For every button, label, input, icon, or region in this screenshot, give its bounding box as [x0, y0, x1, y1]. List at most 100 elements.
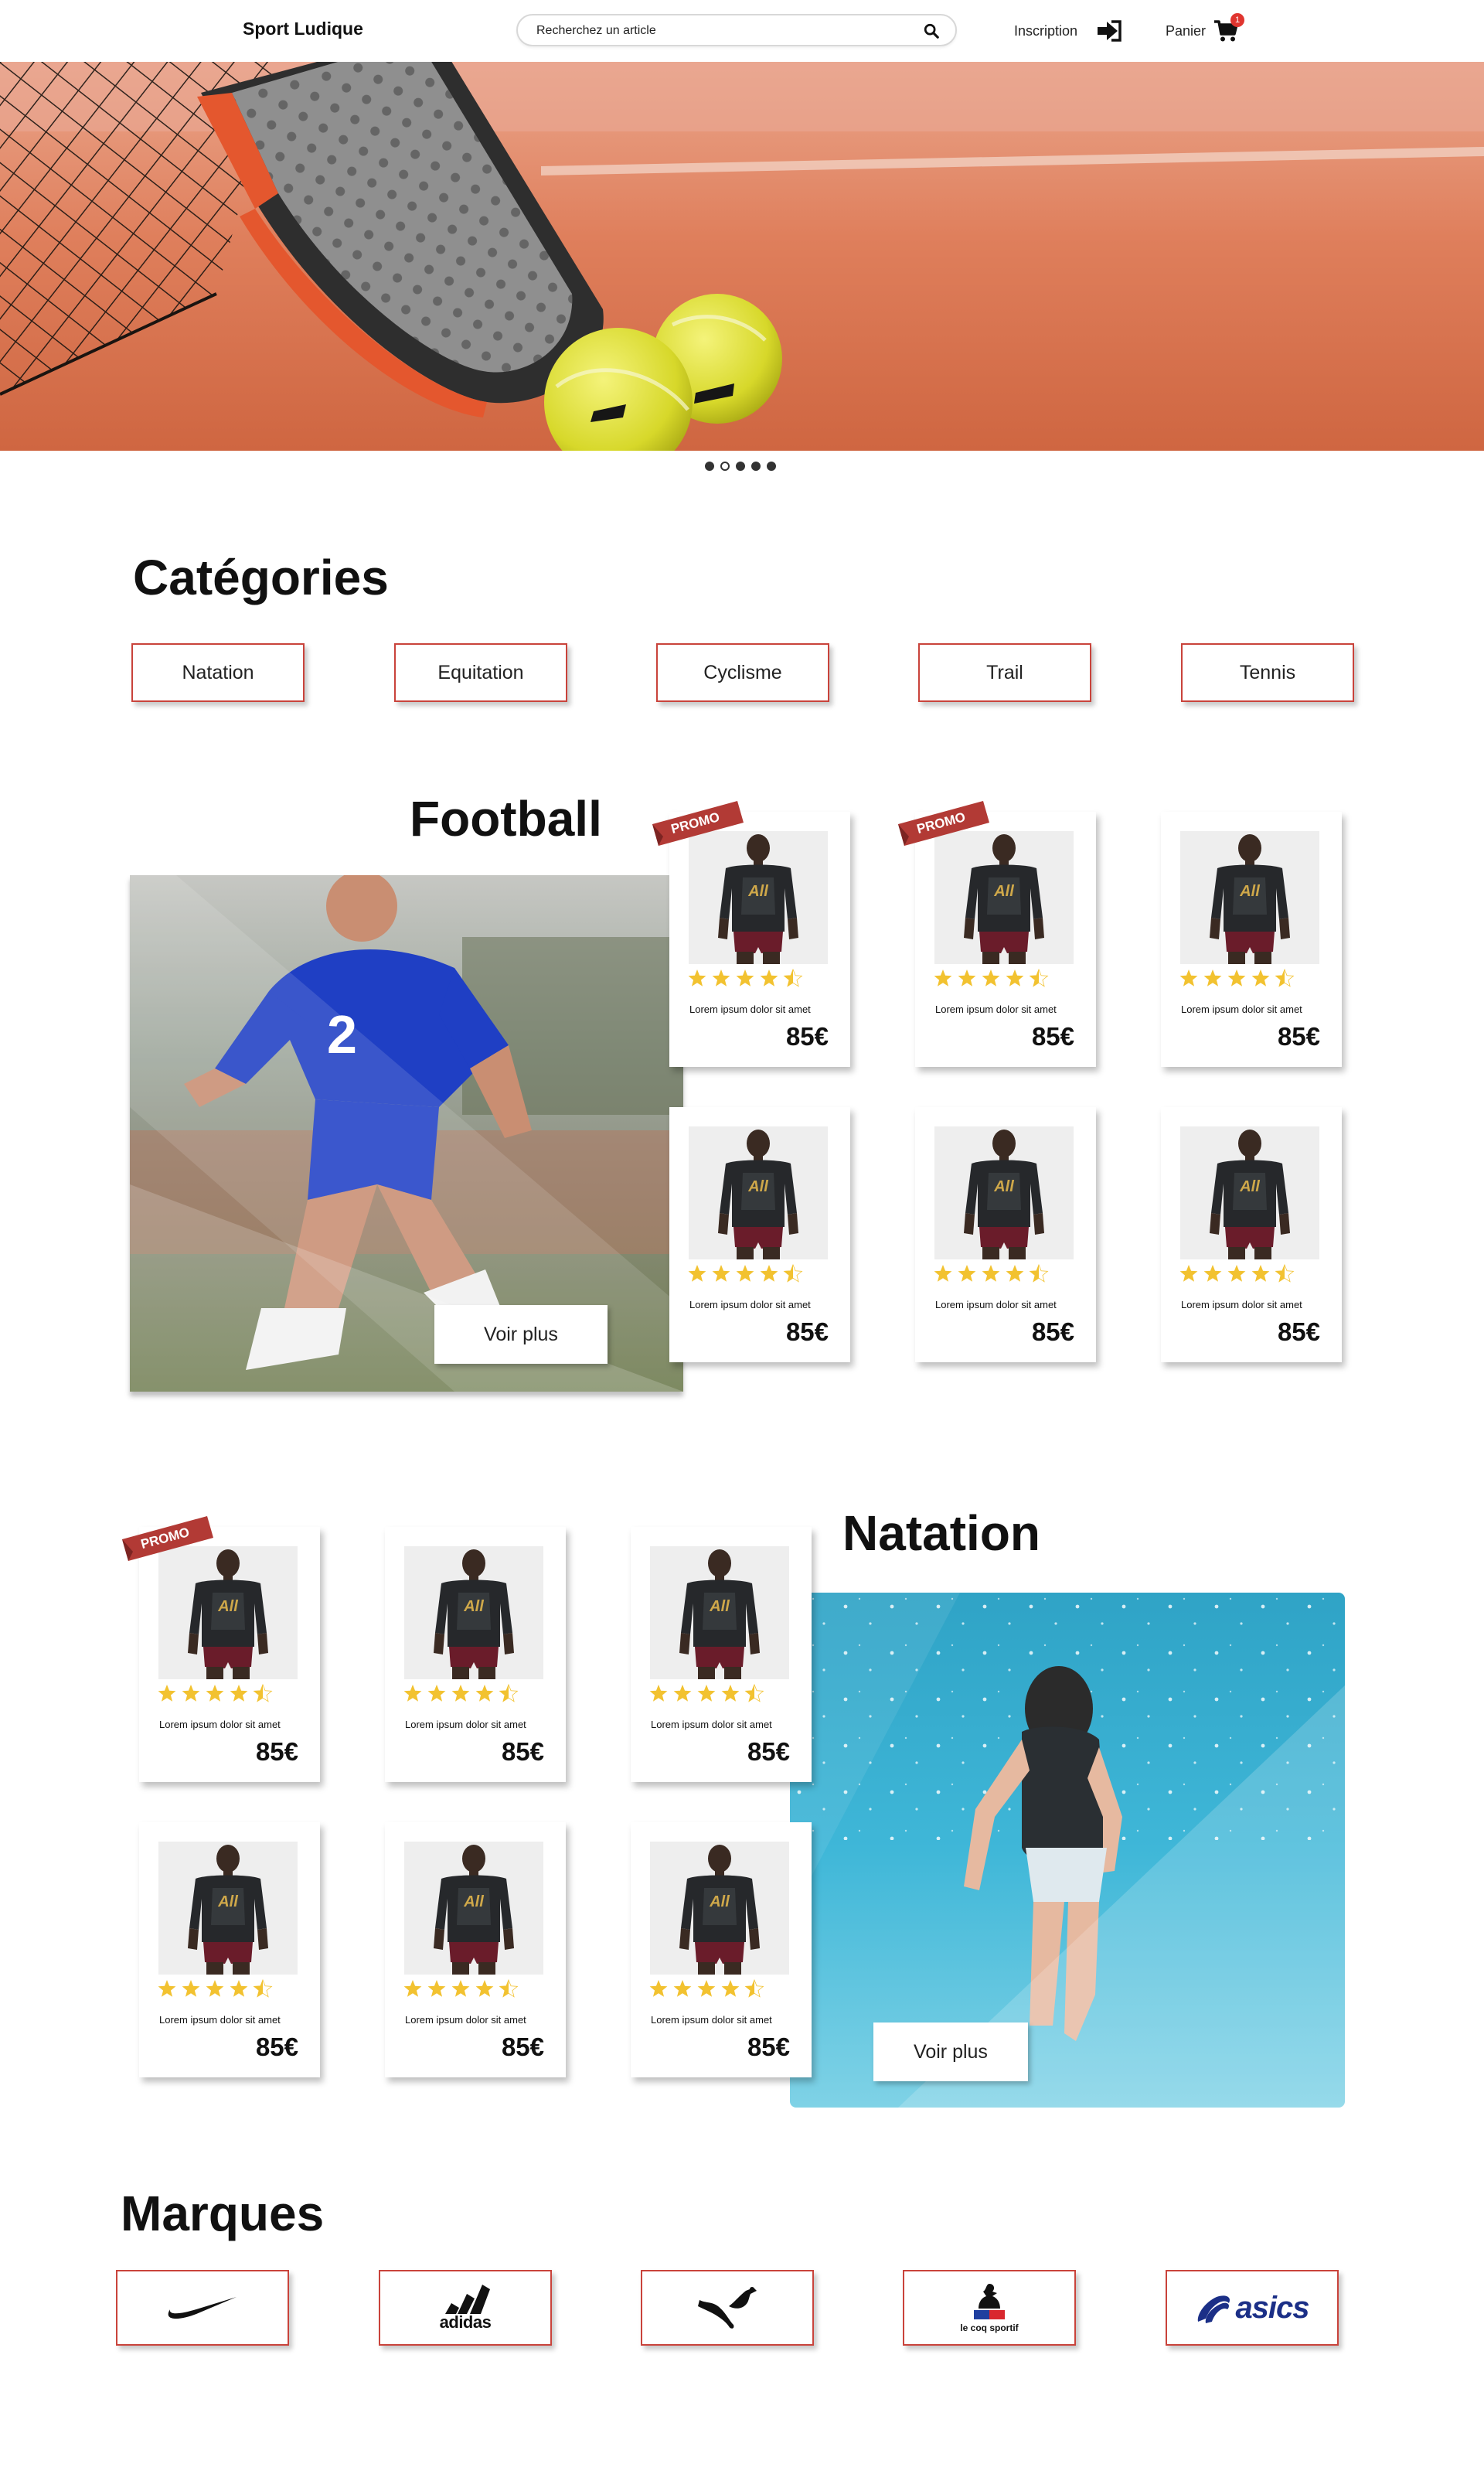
- hero-banner: [0, 62, 1484, 451]
- shirt-print: All: [463, 1893, 484, 1910]
- shirt-photo: All: [689, 1126, 828, 1259]
- cart-count-badge: 1: [1230, 13, 1245, 27]
- carousel-dot-1[interactable]: [705, 462, 714, 471]
- adidas-wordmark: adidas: [439, 2312, 492, 2332]
- natation-see-more-button[interactable]: Voir plus: [873, 2022, 1028, 2081]
- star-icon: [475, 1980, 494, 1997]
- star-icon: [403, 1685, 422, 1702]
- natation-product-card-3[interactable]: All Lorem ipsum dolor sit amet 85€: [631, 1527, 812, 1782]
- football-product-card-6[interactable]: All Lorem ipsum dolor sit amet 85€: [1161, 1107, 1342, 1362]
- star-icon: [230, 1685, 248, 1702]
- category-button-tennis[interactable]: Tennis: [1181, 643, 1354, 702]
- nike-swoosh-logo: [168, 2297, 237, 2319]
- star-icon: [427, 1980, 446, 1997]
- shirt-print: All: [1239, 883, 1260, 900]
- shirt-photo: All: [689, 831, 828, 964]
- search-icon[interactable]: [923, 22, 940, 39]
- product-description: Lorem ipsum dolor sit amet: [159, 2014, 281, 2026]
- natation-product-card-5[interactable]: All Lorem ipsum dolor sit amet 85€: [385, 1822, 566, 2077]
- star-icon: [230, 1980, 248, 1997]
- product-description: Lorem ipsum dolor sit amet: [935, 1004, 1057, 1015]
- signup-label: Inscription: [1014, 22, 1078, 39]
- star-icon: [688, 969, 706, 987]
- rating-stars: [649, 1979, 764, 1998]
- star-icon: [253, 1684, 273, 1702]
- natation-product-card-2[interactable]: All Lorem ipsum dolor sit amet 85€: [385, 1527, 566, 1782]
- product-price: 85€: [501, 1737, 544, 1766]
- category-button-natation[interactable]: Natation: [131, 643, 305, 702]
- brand-button-nike[interactable]: [116, 2270, 289, 2346]
- star-icon: [499, 1684, 519, 1702]
- signup-link[interactable]: Inscription: [1014, 17, 1122, 45]
- football-product-card-2[interactable]: All Lorem ipsum dolor sit amet 85€: [915, 812, 1096, 1067]
- product-image: All: [689, 831, 828, 964]
- brand-button-le-coq-sportif[interactable]: le coq sportif: [903, 2270, 1076, 2346]
- football-product-card-5[interactable]: All Lorem ipsum dolor sit amet 85€: [915, 1107, 1096, 1362]
- football-product-card-3[interactable]: All Lorem ipsum dolor sit amet 85€: [1161, 812, 1342, 1067]
- shirt-print: All: [1239, 1178, 1260, 1195]
- product-image: All: [404, 1842, 543, 1975]
- product-price: 85€: [747, 1737, 790, 1766]
- search-bar: [516, 14, 957, 46]
- star-icon: [688, 1265, 706, 1282]
- product-description: Lorem ipsum dolor sit amet: [651, 1719, 772, 1730]
- rating-stars: [688, 969, 803, 987]
- star-icon: [712, 969, 730, 987]
- star-icon: [1251, 1265, 1270, 1282]
- search-input[interactable]: [536, 22, 900, 39]
- product-price: 85€: [1031, 1317, 1074, 1346]
- carousel-dot-4[interactable]: [751, 462, 761, 471]
- natation-product-card-1[interactable]: All Lorem ipsum dolor sit amet 85€: [139, 1527, 320, 1782]
- product-price: 85€: [501, 2033, 544, 2061]
- product-image: All: [158, 1842, 298, 1975]
- shirt-photo: All: [1180, 1126, 1319, 1259]
- star-icon: [744, 1684, 764, 1702]
- category-button-trail[interactable]: Trail: [918, 643, 1091, 702]
- star-icon: [721, 1685, 740, 1702]
- shirt-photo: All: [404, 1546, 543, 1679]
- football-product-card-1[interactable]: All Lorem ipsum dolor sit amet 85€: [669, 812, 850, 1067]
- carousel-dot-3[interactable]: [736, 462, 745, 471]
- asics-wordmark: asics: [1235, 2290, 1309, 2325]
- star-icon: [427, 1685, 446, 1702]
- football-product-card-4[interactable]: All Lorem ipsum dolor sit amet 85€: [669, 1107, 850, 1362]
- shirt-photo: All: [404, 1842, 543, 1975]
- product-description: Lorem ipsum dolor sit amet: [1181, 1004, 1302, 1015]
- cart-icon-wrapper: 1: [1213, 13, 1245, 43]
- product-price: 85€: [1031, 1022, 1074, 1051]
- star-icon: [1227, 969, 1246, 987]
- hero-carousel-dots: [705, 462, 776, 471]
- natation-product-card-6[interactable]: All Lorem ipsum dolor sit amet 85€: [631, 1822, 812, 2077]
- natation-product-card-4[interactable]: All Lorem ipsum dolor sit amet 85€: [139, 1822, 320, 2077]
- brand-button-adidas[interactable]: adidas: [379, 2270, 552, 2346]
- carousel-dot-2[interactable]: [720, 462, 730, 471]
- product-price: 85€: [785, 1317, 829, 1346]
- category-button-cyclisme[interactable]: Cyclisme: [656, 643, 829, 702]
- product-price: 85€: [747, 2033, 790, 2061]
- football-feature-panel: 2 Voir plus: [130, 875, 683, 1392]
- star-icon: [1227, 1265, 1246, 1282]
- rating-stars: [934, 969, 1049, 987]
- asics-tiger-stripes-icon: [1198, 2295, 1230, 2323]
- football-see-more-button[interactable]: Voir plus: [434, 1305, 608, 1364]
- star-icon: [475, 1685, 494, 1702]
- star-icon: [712, 1265, 730, 1282]
- star-icon: [182, 1685, 200, 1702]
- rating-stars: [403, 1979, 519, 1998]
- shirt-photo: All: [158, 1842, 298, 1975]
- star-icon: [721, 1980, 740, 1997]
- brand-button-asics[interactable]: asics: [1166, 2270, 1339, 2346]
- site-logo[interactable]: Sport Ludique: [243, 19, 363, 39]
- brand-button-puma[interactable]: [641, 2270, 814, 2346]
- product-image: All: [689, 1126, 828, 1259]
- rating-stars: [1179, 969, 1295, 987]
- carousel-dot-5[interactable]: [767, 462, 776, 471]
- adidas-logo: [444, 2285, 490, 2314]
- star-icon: [158, 1980, 176, 1997]
- category-button-equitation[interactable]: Equitation: [394, 643, 567, 702]
- natation-section-title: Natation: [842, 1505, 1040, 1561]
- hero-tennis-image: [0, 62, 1484, 451]
- star-icon: [1251, 969, 1270, 987]
- rating-stars: [158, 1979, 273, 1998]
- cart-link[interactable]: Panier 1: [1166, 13, 1245, 45]
